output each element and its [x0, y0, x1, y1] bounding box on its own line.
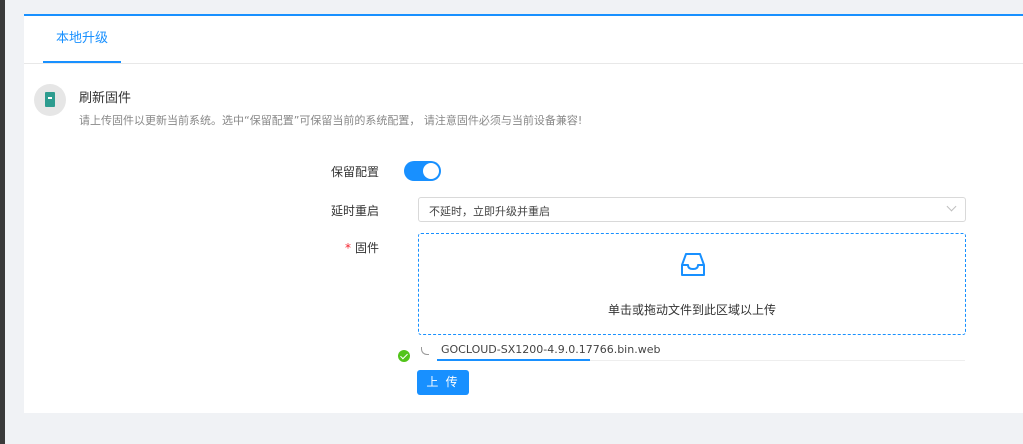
uploaded-file-item[interactable]: GOCLOUD-SX1200-4.9.0.17766.bin.web — [398, 340, 966, 364]
tab-local-upgrade[interactable]: 本地升级 — [43, 16, 122, 63]
firmware-chip-icon — [34, 84, 66, 116]
delay-reboot-value: 不延时，立即升级并重启 — [429, 205, 550, 218]
loading-icon — [421, 347, 429, 355]
window-left-edge — [0, 0, 5, 444]
upload-progress-bar — [437, 359, 591, 361]
upload-button[interactable]: 上 传 — [417, 370, 469, 395]
inbox-icon — [681, 253, 705, 276]
required-mark: * — [344, 241, 351, 255]
toggle-knob — [423, 163, 439, 179]
chevron-down-icon — [946, 201, 957, 212]
check-circle-icon — [398, 350, 410, 362]
tab-bar: 本地升级 — [24, 16, 1023, 64]
delay-reboot-select[interactable]: 不延时，立即升级并重启 — [418, 197, 966, 222]
keep-config-label: 保留配置 — [330, 165, 379, 179]
section-description: 请上传固件以更新当前系统。选中“保留配置”可保留当前的系统配置， 请注意固件必须… — [79, 114, 583, 127]
keep-config-toggle[interactable] — [404, 161, 441, 181]
dropzone-hint: 单击或拖动文件到此区域以上传 — [607, 303, 776, 317]
upgrade-card: 本地升级 刷新固件 请上传固件以更新当前系统。选中“保留配置”可保留当前的系统配… — [24, 14, 1023, 413]
firmware-dropzone[interactable]: 单击或拖动文件到此区域以上传 — [418, 233, 966, 335]
firmware-label: 固件 — [354, 241, 379, 255]
file-name[interactable]: GOCLOUD-SX1200-4.9.0.17766.bin.web — [441, 343, 660, 356]
firmware-label-wrap: * 固件 — [299, 239, 379, 256]
section-title: 刷新固件 — [79, 91, 132, 106]
delay-reboot-label: 延时重启 — [330, 204, 379, 218]
